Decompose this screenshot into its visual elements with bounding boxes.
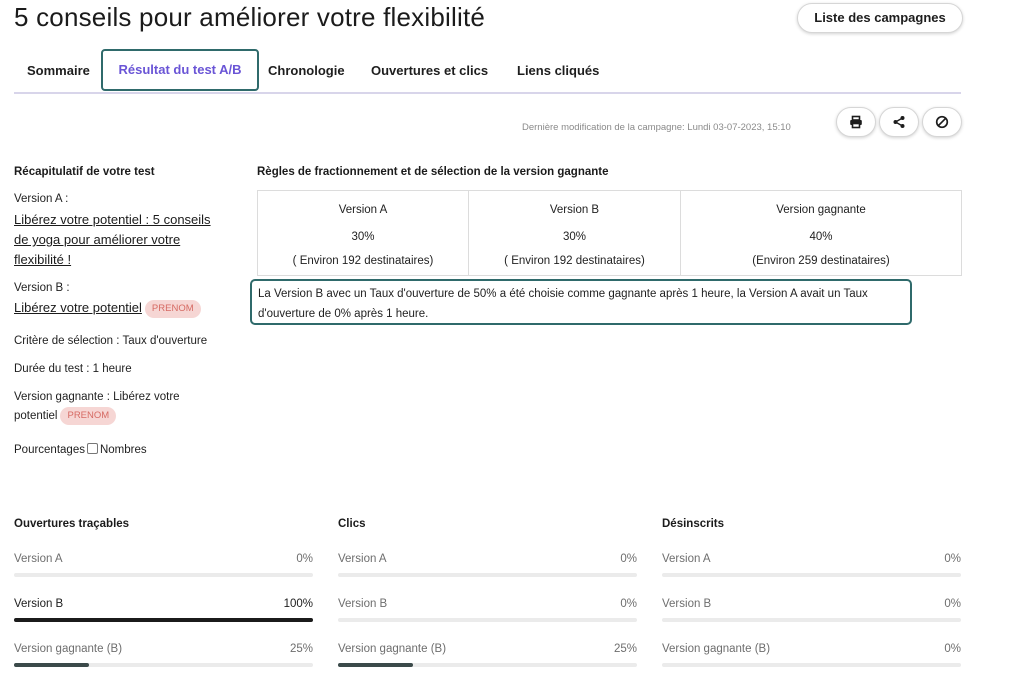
stat-bar: [14, 663, 313, 667]
stat-value: 25%: [613, 643, 637, 655]
stat-value: 0%: [944, 553, 961, 565]
selection-criteria: Critère de sélection : Taux d'ouverture: [14, 335, 208, 347]
stat-bar: [338, 663, 637, 667]
print-button[interactable]: [836, 107, 876, 137]
stat-label: Version B: [14, 598, 64, 610]
stat-bar: [14, 573, 313, 577]
tab-ab-test-result[interactable]: Résultat du test A/B: [101, 49, 259, 91]
stat-value: 0%: [620, 553, 637, 565]
stat-label: Version B: [662, 598, 712, 610]
version-b-subject[interactable]: Libérez votre potentiel PRENOM: [14, 298, 201, 318]
print-icon: [850, 115, 862, 129]
stats-opens: Ouvertures traçables Version A 0% Versio…: [14, 518, 313, 667]
stat-bar: [338, 618, 637, 622]
stat-bar: [662, 663, 961, 667]
stats-heading: Ouvertures traçables: [14, 518, 130, 530]
stat-label: Version A: [662, 553, 711, 565]
version-a-subject-line-1[interactable]: Libérez votre potentiel : 5 conseils: [14, 210, 211, 230]
last-modified-label: Dernière modification de la campagne:: [522, 122, 685, 133]
share-icon: [893, 116, 905, 128]
rules-col-version-b: Version B 30% ( Environ 192 destinataire…: [469, 191, 681, 275]
stat-value: 25%: [289, 643, 313, 655]
tab-timeline[interactable]: Chronologie: [268, 50, 345, 90]
version-a-subject[interactable]: Libérez votre potentiel : 5 conseils de …: [14, 210, 211, 270]
version-a-subject-line-2[interactable]: de yoga pour améliorer votre: [14, 230, 211, 250]
stats-unsubscribes: Désinscrits Version A 0% Version B 0% Ve…: [662, 518, 961, 667]
winner-result-message: La Version B avec un Taux d'ouverture de…: [250, 279, 912, 325]
tab-bar: Sommaire Résultat du test A/B Chronologi…: [14, 49, 961, 94]
page-title: 5 conseils pour améliorer votre flexibil…: [14, 2, 486, 32]
stat-label: Version A: [14, 553, 63, 565]
rules-col-name: Version B: [549, 204, 600, 216]
stat-bar-fill: [14, 618, 313, 622]
stat-value: 0%: [944, 643, 961, 655]
version-a-label: Version A :: [14, 193, 69, 205]
prenom-badge-winner: PRENOM: [60, 407, 117, 425]
version-a-subject-line-3[interactable]: flexibilité !: [14, 250, 211, 270]
stat-label: Version A: [338, 553, 387, 565]
stat-bar: [14, 618, 313, 622]
tab-opens-clicks[interactable]: Ouvertures et clics: [371, 50, 488, 90]
version-b-label: Version B :: [14, 282, 70, 294]
rules-col-version-a: Version A 30% ( Environ 192 destinataire…: [258, 191, 469, 275]
rules-col-recipients: (Environ 259 destinataires): [752, 255, 890, 267]
stats-heading: Clics: [338, 518, 366, 530]
tab-summary[interactable]: Sommaire: [27, 50, 90, 90]
rules-col-recipients: ( Environ 192 destinataires): [292, 255, 434, 267]
test-duration: Durée du test : 1 heure: [14, 363, 132, 375]
numbers-checkbox[interactable]: [86, 443, 98, 454]
rules-col-percent: 40%: [809, 231, 833, 243]
stat-value: 100%: [283, 598, 313, 610]
winner-result-line-2: d'ouverture de 0% après 1 heure.: [258, 308, 429, 320]
percentages-option[interactable]: Pourcentages: [14, 444, 85, 456]
stat-bar: [662, 573, 961, 577]
rules-col-recipients: ( Environ 192 destinataires): [504, 255, 645, 267]
tab-clicked-links[interactable]: Liens cliqués: [517, 50, 599, 90]
stat-bar: [662, 618, 961, 622]
stats-heading: Désinscrits: [662, 518, 725, 530]
stat-label: Version gagnante (B): [14, 643, 123, 655]
campaigns-list-button[interactable]: Liste des campagnes: [797, 3, 963, 33]
stat-label: Version gagnante (B): [338, 643, 447, 655]
stat-value: 0%: [944, 598, 961, 610]
stat-value: 0%: [296, 553, 313, 565]
winner-version-line-1: Version gagnante : Libérez votre: [14, 391, 180, 403]
split-rules-table: Version A 30% ( Environ 192 destinataire…: [257, 190, 962, 276]
rules-col-winner: Version gagnante 40% (Environ 259 destin…: [681, 191, 961, 275]
last-modified-value: Lundi 03-07-2023, 15:10: [687, 122, 791, 133]
stat-label: Version B: [338, 598, 388, 610]
rules-col-percent: 30%: [562, 231, 587, 243]
display-mode-toggle: Pourcentages Nombres: [14, 443, 147, 456]
rules-heading: Règles de fractionnement et de sélection…: [257, 166, 609, 178]
rules-col-name: Version gagnante: [776, 204, 866, 216]
share-button[interactable]: [879, 107, 919, 137]
stat-bar-fill: [14, 663, 89, 667]
rules-col-percent: 30%: [351, 231, 375, 243]
last-modified: Dernière modification de la campagne: Lu…: [522, 122, 791, 133]
numbers-option[interactable]: Nombres: [100, 444, 147, 456]
stat-label: Version gagnante (B): [662, 643, 771, 655]
winner-version-line-2: potentiel PRENOM: [14, 407, 117, 425]
version-b-subject-link[interactable]: Libérez votre potentiel: [14, 300, 142, 315]
winner-result-line-1: La Version B avec un Taux d'ouverture de…: [258, 288, 868, 300]
block-icon: [935, 115, 949, 129]
stat-bar-fill: [338, 663, 413, 667]
block-button[interactable]: [922, 107, 962, 137]
stat-bar: [338, 573, 637, 577]
stats-clicks: Clics Version A 0% Version B 0% Version …: [338, 518, 637, 667]
summary-heading: Récapitulatif de votre test: [14, 166, 155, 178]
winner-version-name: potentiel: [14, 410, 58, 423]
stat-value: 0%: [620, 598, 637, 610]
rules-col-name: Version A: [338, 204, 388, 216]
prenom-badge: PRENOM: [144, 299, 201, 318]
